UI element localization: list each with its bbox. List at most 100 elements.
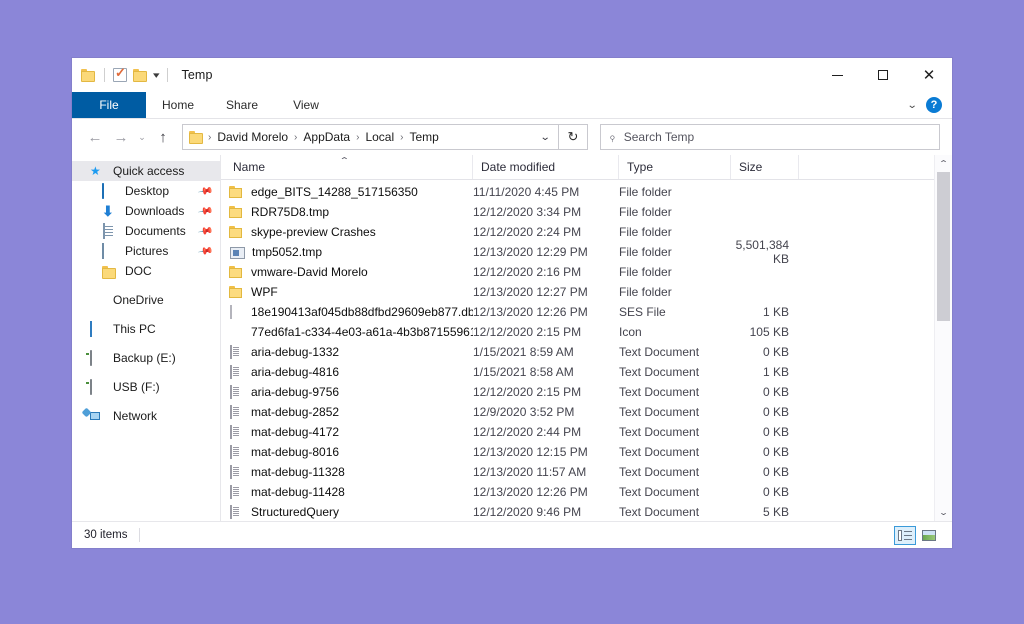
sidebar-label-backup-e: Backup (E:) [113,351,176,365]
search-input[interactable]: Search Temp [624,130,694,144]
item-count-label: 30 items [84,529,128,541]
file-name: tmp5052.tmp [252,245,323,259]
file-size: 5 KB [762,505,789,519]
help-icon[interactable]: ? [926,97,942,113]
breadcrumb-separator-3: › [400,131,404,143]
breadcrumb-item-local[interactable]: Local [361,130,398,144]
new-folder-icon[interactable] [133,68,148,82]
file-name-cell: aria-debug-1332 [229,345,473,359]
file-size: 0 KB [762,485,789,499]
sidebar-item-onedrive[interactable]: OneDrive [72,290,220,310]
file-name-cell: mat-debug-8016 [229,445,473,459]
breadcrumb[interactable]: › David Morelo › AppData › Local › Temp … [182,124,559,150]
minimize-button[interactable] [814,58,860,92]
expand-ribbon-icon[interactable]: ⌄ [906,100,917,111]
text-file-icon [229,405,244,419]
table-row[interactable]: 18e190413af045db88dfbd29609eb877.db.... … [221,302,952,322]
folder-icon [229,205,244,219]
sidebar-item-documents[interactable]: Documents 📌 [72,221,220,241]
table-row[interactable]: mat-debug-11428 12/13/2020 12:26 PM Text… [221,482,952,502]
table-row[interactable]: aria-debug-1332 1/15/2021 8:59 AM Text D… [221,342,952,362]
cloud-icon [90,293,106,308]
table-row[interactable]: mat-debug-8016 12/13/2020 12:15 PM Text … [221,442,952,462]
scrollbar-thumb[interactable] [937,172,950,322]
drive-icon [90,378,106,395]
file-name: RDR75D8.tmp [251,205,330,219]
sidebar-item-pictures[interactable]: Pictures 📌 [72,241,220,261]
table-row[interactable]: mat-debug-4172 12/12/2020 2:44 PM Text D… [221,422,952,442]
sidebar-item-quick-access[interactable]: ★ Quick access [72,161,220,181]
sidebar-label-desktop: Desktop [125,184,170,198]
breadcrumb-separator-2: › [356,131,360,143]
properties-icon[interactable] [113,65,127,82]
folder-icon [102,264,118,279]
table-row[interactable]: tmp5052.tmp 12/13/2020 12:29 PM File fol… [221,238,952,266]
navigation-pane: ★ Quick access Desktop 📌 ⬇ Downloads 📌 D… [72,155,221,521]
table-row[interactable]: StructuredQuery 12/12/2020 9:46 PM Text … [221,502,952,521]
table-row[interactable]: vmware-David Morelo 12/12/2020 2:16 PM F… [221,262,952,282]
table-row[interactable]: aria-debug-9756 12/12/2020 2:15 PM Text … [221,382,952,402]
scrollbar-track[interactable] [935,172,952,504]
monitor-icon [102,182,118,199]
sidebar-item-backup-e[interactable]: Backup (E:) [72,348,220,368]
tab-home[interactable]: Home [146,92,210,118]
scroll-up-button[interactable]: ⌃ [931,155,957,172]
recent-locations-button[interactable]: ⌄ [134,124,150,150]
details-view-button[interactable] [894,525,916,545]
sidebar-item-downloads[interactable]: ⬇ Downloads 📌 [72,201,220,221]
file-date: 1/15/2021 8:59 AM [473,345,574,359]
maximize-button[interactable] [860,58,906,92]
file-date: 12/13/2020 12:29 PM [473,245,588,259]
breadcrumb-folder-icon [189,130,204,144]
sidebar-item-network[interactable]: Network [72,406,220,426]
folder-icon[interactable] [81,68,96,82]
up-button[interactable]: ↑ [150,124,176,150]
table-row[interactable]: aria-debug-4816 1/15/2021 8:58 AM Text D… [221,362,952,382]
tab-share[interactable]: Share [210,92,274,118]
breadcrumb-item-user[interactable]: David Morelo [213,130,292,144]
folder-icon [229,265,244,279]
sidebar-item-desktop[interactable]: Desktop 📌 [72,181,220,201]
details-view-icon [898,529,912,541]
scroll-down-button[interactable]: ⌄ [931,504,957,521]
back-button[interactable]: ← [82,124,108,150]
pin-icon: 📌 [196,222,214,240]
close-icon: ✕ [922,65,936,84]
file-name-cell: mat-debug-2852 [229,405,473,419]
refresh-button[interactable]: ↻ [559,124,588,150]
forward-button[interactable]: → [108,124,134,150]
sidebar-item-doc[interactable]: DOC [72,261,220,281]
text-file-icon [229,385,244,399]
customize-chevron-icon[interactable]: ▾ [153,70,160,80]
table-row[interactable]: WPF 12/13/2020 12:27 PM File folder [221,282,952,302]
tab-view[interactable]: View [274,92,338,118]
sidebar-item-this-pc[interactable]: This PC [72,319,220,339]
column-header-date-modified[interactable]: Date modified [473,155,619,179]
large-icons-view-button[interactable] [918,526,940,545]
tab-file[interactable]: File [72,92,146,118]
table-row[interactable]: mat-debug-2852 12/9/2020 3:52 PM Text Do… [221,402,952,422]
table-row[interactable]: edge_BITS_14288_517156350 11/11/2020 4:4… [221,182,952,202]
file-date: 1/15/2021 8:58 AM [473,365,574,379]
table-row[interactable]: skype-preview Crashes 12/12/2020 2:24 PM… [221,222,952,242]
column-header-size[interactable]: Size [731,155,799,179]
close-button[interactable]: ✕ [906,58,952,92]
search-box[interactable]: ⌕ Search Temp [600,124,940,150]
table-row[interactable]: mat-debug-11328 12/13/2020 11:57 AM Text… [221,462,952,482]
file-name: mat-debug-8016 [251,445,340,459]
vertical-scrollbar[interactable]: ⌃ ⌄ [934,155,952,521]
table-row[interactable]: 77ed6fa1-c334-4e03-a61a-4b3b87155961....… [221,322,952,342]
file-date: 12/13/2020 12:27 PM [473,285,588,299]
view-mode-buttons [894,525,946,545]
file-type: File folder [619,245,672,259]
breadcrumb-item-temp[interactable]: Temp [405,130,442,144]
drive-icon [90,349,106,366]
file-date: 12/13/2020 12:15 PM [473,445,588,459]
status-divider [139,528,141,542]
breadcrumb-dropdown-icon[interactable]: ⌄ [530,132,559,143]
sidebar-item-usb-f[interactable]: USB (F:) [72,377,220,397]
column-header-type[interactable]: Type [619,155,731,179]
table-row[interactable]: RDR75D8.tmp 12/12/2020 3:34 PM File fold… [221,202,952,222]
breadcrumb-item-appdata[interactable]: AppData [299,130,354,144]
file-name-cell: 77ed6fa1-c334-4e03-a61a-4b3b87155961.... [229,325,473,339]
